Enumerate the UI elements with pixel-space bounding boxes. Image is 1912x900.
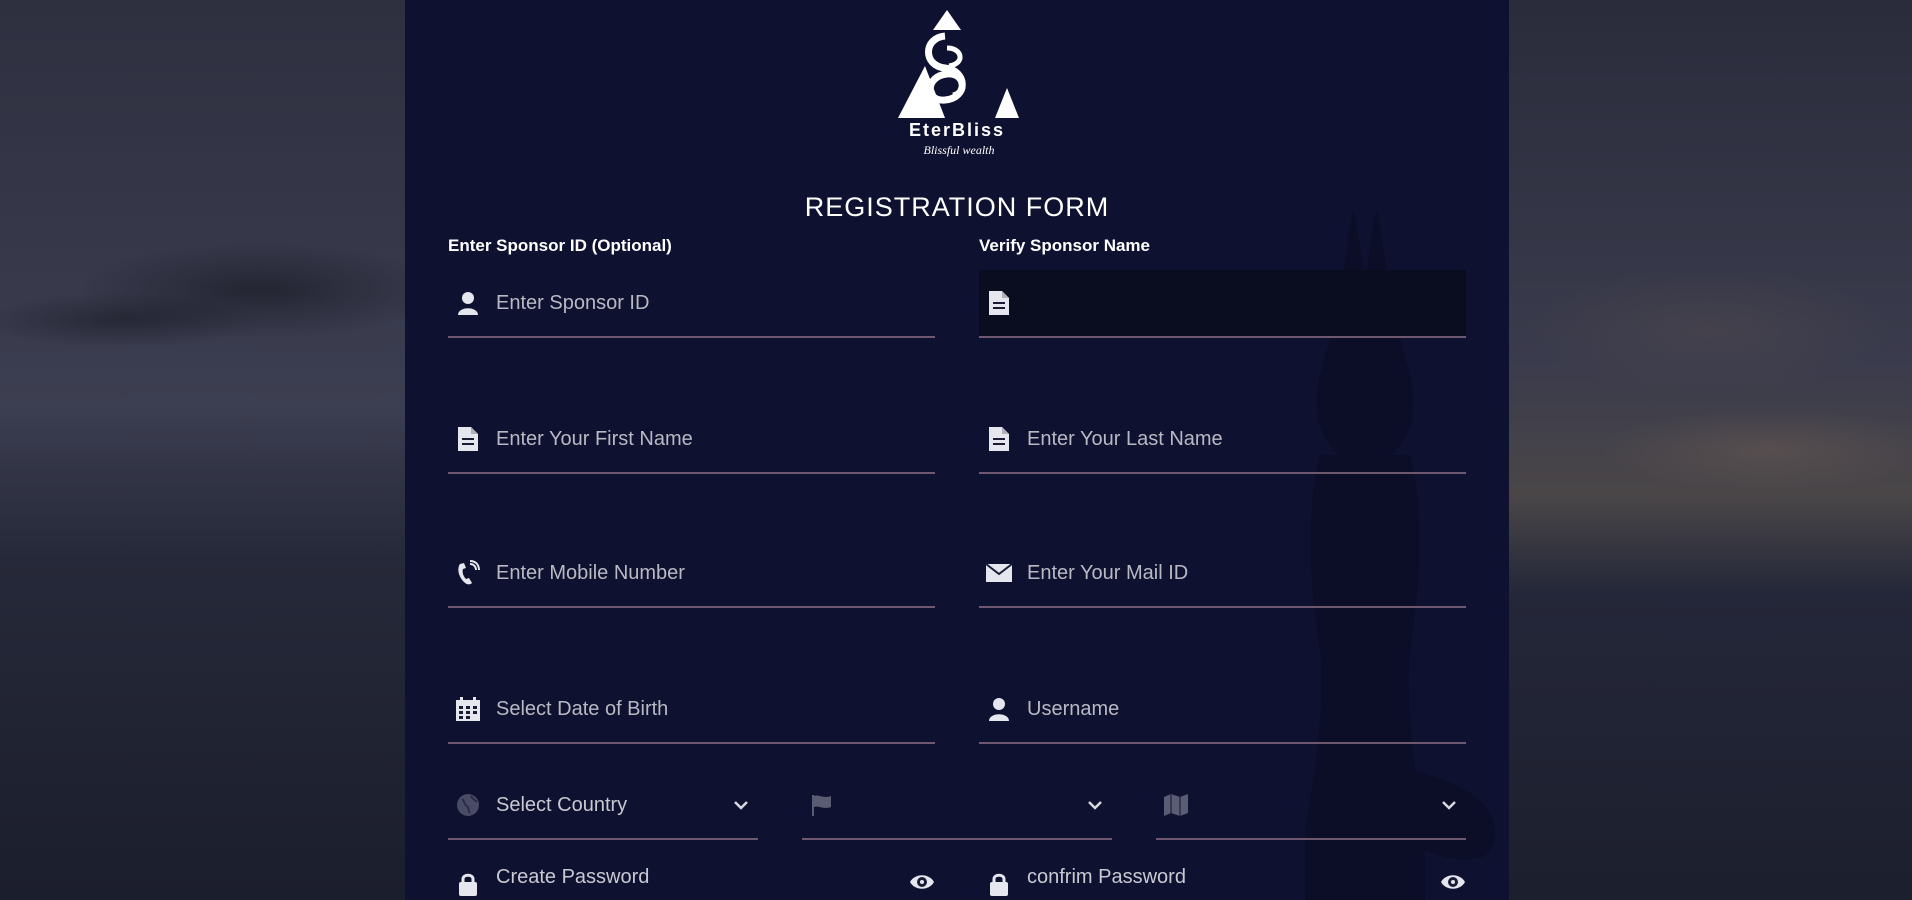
eye-icon[interactable] bbox=[1440, 872, 1466, 892]
country-selected: Select Country bbox=[496, 793, 628, 816]
brand-name: EterBliss bbox=[909, 120, 1005, 140]
lock-icon bbox=[454, 870, 482, 898]
password-field[interactable]: Create Password bbox=[448, 860, 935, 900]
phone-icon bbox=[454, 559, 482, 587]
document-icon bbox=[985, 425, 1013, 453]
user-icon bbox=[454, 289, 482, 317]
email-field[interactable]: Enter Your Mail ID bbox=[979, 540, 1466, 608]
lock-icon bbox=[985, 870, 1013, 898]
chevron-down-icon bbox=[730, 794, 752, 816]
confirm-password-field[interactable]: confrim Password bbox=[979, 860, 1466, 900]
confirm-password-placeholder: confrim Password bbox=[1027, 866, 1186, 888]
document-icon bbox=[985, 289, 1013, 317]
email-placeholder: Enter Your Mail ID bbox=[1027, 561, 1189, 584]
dob-field[interactable]: Select Date of Birth bbox=[448, 676, 935, 744]
username-field[interactable]: Username bbox=[979, 676, 1466, 744]
background-right bbox=[1509, 0, 1912, 900]
password-placeholder: Create Password bbox=[496, 866, 650, 888]
sponsor-id-label: Enter Sponsor ID (Optional) bbox=[448, 236, 672, 255]
chevron-down-icon bbox=[1438, 794, 1460, 816]
chevron-down-icon bbox=[1084, 794, 1106, 816]
user-icon bbox=[985, 695, 1013, 723]
registration-panel: EterBliss Blissful wealth REGISTRATION F… bbox=[405, 0, 1509, 900]
sponsor-name-field[interactable] bbox=[979, 270, 1466, 338]
country-select[interactable]: Select Country bbox=[448, 772, 758, 840]
eye-icon[interactable] bbox=[909, 872, 935, 892]
flag-icon bbox=[808, 791, 836, 819]
calendar-icon bbox=[454, 695, 482, 723]
last-name-field[interactable]: Enter Your Last Name bbox=[979, 406, 1466, 474]
username-placeholder: Username bbox=[1027, 697, 1120, 720]
city-select[interactable] bbox=[1156, 772, 1466, 840]
background-left bbox=[0, 0, 405, 900]
document-icon bbox=[454, 425, 482, 453]
mobile-field[interactable]: Enter Mobile Number bbox=[448, 540, 935, 608]
globe-icon bbox=[454, 791, 482, 819]
dob-placeholder: Select Date of Birth bbox=[496, 697, 669, 720]
brand-tagline: Blissful wealth bbox=[923, 143, 994, 157]
sponsor-id-field[interactable]: Enter Sponsor ID bbox=[448, 270, 935, 338]
eterbliss-logo: EterBliss Blissful wealth bbox=[895, 8, 1025, 158]
map-icon bbox=[1162, 791, 1190, 819]
envelope-icon bbox=[985, 559, 1013, 587]
verify-sponsor-label: Verify Sponsor Name bbox=[979, 236, 1151, 255]
mobile-placeholder: Enter Mobile Number bbox=[496, 561, 685, 584]
sponsor-id-placeholder: Enter Sponsor ID bbox=[496, 291, 650, 314]
last-name-placeholder: Enter Your Last Name bbox=[1027, 427, 1223, 450]
form-title: REGISTRATION FORM bbox=[804, 192, 1110, 222]
state-select[interactable] bbox=[802, 772, 1112, 840]
first-name-placeholder: Enter Your First Name bbox=[496, 427, 693, 450]
first-name-field[interactable]: Enter Your First Name bbox=[448, 406, 935, 474]
